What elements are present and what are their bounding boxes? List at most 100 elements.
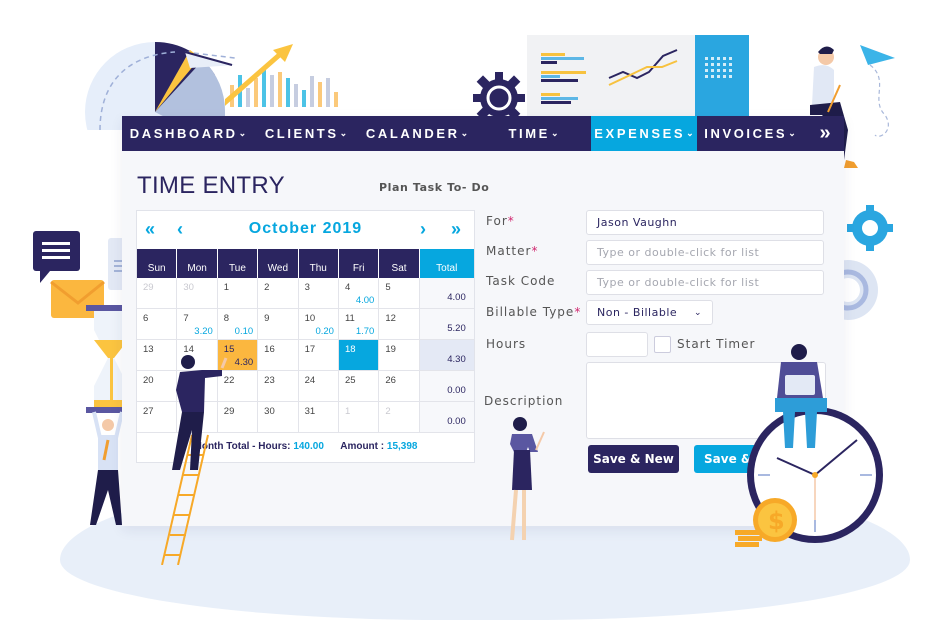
man-on-ladder-illustration bbox=[161, 355, 228, 565]
week-total: 4.30 bbox=[419, 340, 474, 370]
day-number: 23 bbox=[264, 375, 275, 386]
calendar-day[interactable]: 1 bbox=[218, 278, 259, 308]
day-number: 11 bbox=[344, 313, 355, 324]
billable-type-select[interactable]: Non - Billable ⌄ bbox=[586, 300, 713, 325]
nav-label: INVOICES bbox=[704, 126, 788, 141]
weekday-header-row: Sun Mon Tue Wed Thu Fri Sat Total bbox=[137, 249, 474, 278]
day-number: 31 bbox=[304, 406, 316, 417]
day-number: 4 bbox=[344, 282, 351, 293]
start-timer-checkbox[interactable] bbox=[654, 336, 671, 353]
month-total-amount-value: 15,398 bbox=[386, 441, 418, 452]
weekday-header: Tue bbox=[217, 249, 259, 278]
calendar-day[interactable]: 26 bbox=[379, 371, 420, 401]
day-number: 29 bbox=[143, 282, 154, 293]
calendar-day[interactable]: 4 4.00 bbox=[339, 278, 380, 308]
calendar-day[interactable]: 1 bbox=[339, 402, 380, 432]
week-total-value: 0.00 bbox=[447, 385, 466, 396]
day-number: 17 bbox=[304, 344, 316, 355]
calendar-day[interactable]: 25 bbox=[339, 371, 380, 401]
calendar-day[interactable]: 16 bbox=[258, 340, 299, 370]
calendar-day[interactable]: 11 1.70 bbox=[339, 309, 380, 339]
calendar-day[interactable]: 29 bbox=[137, 278, 178, 308]
calendar-day[interactable]: 23 bbox=[258, 371, 299, 401]
day-number: 25 bbox=[344, 375, 356, 386]
weekday-header: Thu bbox=[298, 249, 339, 278]
calendar-week-row: 6 7 3.20 8 0.10 9 10 0.20 11 1.70 12 5.20 bbox=[137, 309, 474, 340]
day-hours: 0.10 bbox=[234, 326, 254, 337]
day-number: 24 bbox=[304, 375, 316, 386]
svg-text:$: $ bbox=[768, 507, 785, 535]
hours-input[interactable] bbox=[586, 332, 648, 357]
weekday-header: Fri bbox=[338, 249, 380, 278]
calendar-day[interactable]: 6 bbox=[137, 309, 178, 339]
nav-dashboard[interactable]: DASHBOARD ⌄ bbox=[122, 116, 254, 151]
calendar-day[interactable]: 3 bbox=[299, 278, 339, 308]
weekday-header: Sun bbox=[137, 249, 178, 278]
day-hours: 0.20 bbox=[315, 326, 334, 337]
calendar-day[interactable]: 2 bbox=[379, 402, 420, 432]
calendar-day[interactable]: 5 bbox=[379, 278, 420, 308]
day-hours: 1.70 bbox=[355, 326, 375, 337]
next-year-icon[interactable]: » bbox=[451, 219, 461, 240]
nav-expenses[interactable]: EXPENSES ⌄ bbox=[591, 116, 697, 151]
week-total: 5.20 bbox=[419, 309, 474, 339]
week-total-value: 4.30 bbox=[447, 354, 466, 365]
for-label-text: For bbox=[486, 214, 508, 228]
calendar-day[interactable]: 10 0.20 bbox=[299, 309, 339, 339]
clock-illustration: $ bbox=[735, 344, 883, 547]
day-number: 5 bbox=[385, 282, 391, 293]
calendar-day[interactable]: 30 bbox=[177, 278, 218, 308]
matter-label-text: Matter bbox=[486, 244, 532, 258]
save-new-button[interactable]: Save & New bbox=[588, 445, 679, 473]
weekday-header: Mon bbox=[177, 249, 218, 278]
calendar-day[interactable]: 12 bbox=[379, 309, 420, 339]
calendar-day[interactable]: 17 bbox=[299, 340, 339, 370]
week-total: 4.00 bbox=[419, 278, 474, 308]
nav-clients[interactable]: CLIENTS ⌄ bbox=[254, 116, 358, 151]
nav-label: DASHBOARD bbox=[129, 126, 238, 141]
nav-calander[interactable]: CALANDER ⌄ bbox=[358, 116, 476, 151]
main-nav: DASHBOARD ⌄ CLIENTS ⌄ CALANDER ⌄ TIME ⌄ EXPE… bbox=[122, 116, 844, 151]
day-number: 26 bbox=[385, 375, 396, 386]
required-mark: * bbox=[507, 214, 515, 228]
weekday-header: Sat bbox=[379, 249, 420, 278]
nav-time[interactable]: TIME ⌄ bbox=[476, 116, 591, 151]
chevron-down-icon: ⌄ bbox=[693, 307, 702, 318]
calendar-day[interactable]: 9 bbox=[258, 309, 299, 339]
calendar-day[interactable]: 30 bbox=[258, 402, 299, 432]
for-input[interactable]: Jason Vaughn bbox=[586, 210, 824, 235]
day-number: 3 bbox=[304, 282, 310, 293]
plan-task-link[interactable]: Plan Task To- Do bbox=[379, 181, 489, 194]
nav-more-icon[interactable]: » bbox=[803, 116, 843, 151]
required-mark: * bbox=[531, 244, 539, 258]
billable-type-label: Billable Type* bbox=[486, 305, 581, 319]
calendar-day[interactable]: 31 bbox=[299, 402, 339, 432]
week-total-value: 5.20 bbox=[447, 323, 466, 334]
nav-invoices[interactable]: INVOICES ⌄ bbox=[697, 116, 803, 151]
calendar-day[interactable]: 2 bbox=[258, 278, 299, 308]
total-header: Total bbox=[419, 249, 474, 278]
day-number: 7 bbox=[183, 313, 189, 324]
nav-label: TIME bbox=[508, 126, 550, 141]
matter-input[interactable]: Type or double-click for list bbox=[586, 240, 824, 265]
gear-icon bbox=[473, 72, 525, 120]
chevron-down-icon: ⌄ bbox=[788, 128, 796, 138]
woman-illustration bbox=[510, 417, 545, 541]
day-number: 30 bbox=[264, 406, 275, 417]
chevron-down-icon: ⌄ bbox=[339, 128, 348, 138]
day-hours: 3.20 bbox=[194, 326, 213, 337]
calendar-day[interactable]: 19 bbox=[379, 340, 420, 370]
calendar-day[interactable]: 18 bbox=[338, 340, 380, 370]
dashboard-illustration bbox=[527, 35, 749, 117]
required-mark: * bbox=[574, 305, 582, 319]
calendar-day[interactable]: 24 bbox=[299, 371, 339, 401]
day-number: 19 bbox=[385, 344, 396, 355]
billable-label-text: Billable Type bbox=[486, 305, 575, 319]
task-code-label: Task Code bbox=[486, 274, 556, 288]
next-month-icon[interactable]: › bbox=[420, 219, 426, 240]
task-code-input[interactable]: Type or double-click for list bbox=[586, 270, 824, 295]
calendar-day[interactable]: 7 3.20 bbox=[177, 309, 218, 339]
for-label: For* bbox=[486, 214, 515, 228]
calendar-day[interactable]: 8 0.10 bbox=[218, 309, 259, 339]
chevron-down-icon: ⌄ bbox=[686, 128, 694, 138]
